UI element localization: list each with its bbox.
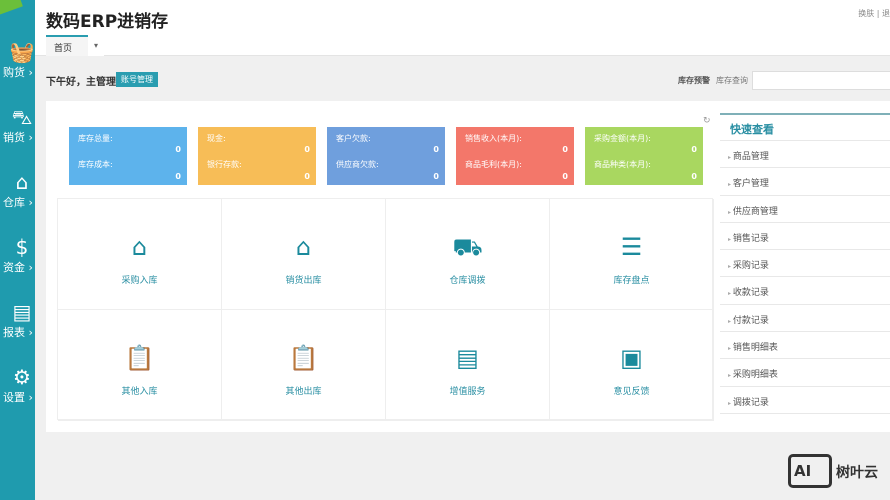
service-box-icon: ▤ [456,344,479,372]
action-label: 增值服务 [449,387,486,397]
clipboard-in-icon: 📋 [124,344,155,372]
action-tile[interactable]: ⌂ 销货出库 [222,199,386,310]
sidebar-item-label: 报表 › [3,326,33,339]
sidebar-item[interactable]: ⌂ 仓库 › [0,170,35,210]
stat-label: 商品种类(本月): [594,160,651,169]
stat-label: 供应商欠款: [336,160,379,169]
watermark: AI 树叶云 [786,452,890,490]
action-label: 意见反馈 [613,387,650,397]
stat-label: 现金: [207,134,226,143]
sidebar: 🧺 购货 › ⛍ 销货 › ⌂ 仓库 › $ 资金 › ▤ 报表 › ⚙ 设置 › [0,0,35,500]
purchase-in-icon: ⌂ [131,233,148,261]
warehouse-icon: ⌂ [15,170,29,194]
stat-value: 0 [691,172,697,181]
action-tile[interactable]: ☰ 库存盘点 [550,199,714,310]
greeting: 下午好，主管理 [46,77,116,88]
cart-icon: ⛍ [11,105,33,129]
report-icon: ▤ [12,300,32,324]
quick-view-panel: 快速查看 商品管理客户管理供应商管理销售记录采购记录收款记录付款记录销售明细表采… [720,113,890,414]
action-tile[interactable]: ⌂ 采购入库 [58,199,222,310]
action-tile[interactable]: 📋 其他入库 [58,310,222,421]
stat-value: 0 [691,145,697,154]
action-grid: ⌂ 采购入库 ⌂ 销货出库 ⛟ 仓库调拨 ☰ 库存盘点 📋 其他入库 📋 其他出库 ▤ 增值服务 ▣ 意见反馈 [57,198,714,421]
stat-label: 库存总量: [78,134,113,143]
sidebar-item[interactable]: ⚙ 设置 › [0,365,35,405]
header: 数码ERP进销存 换肤 | 退 首页 ▾ [35,0,890,56]
stat-value: 0 [304,172,310,181]
action-label: 其他出库 [285,387,322,397]
stat-label: 商品毛利(本月): [465,160,522,169]
inventory-check-icon: ☰ [620,233,643,261]
sales-out-icon: ⌂ [295,233,312,261]
action-label: 销货出库 [285,276,322,286]
stock-warning-link[interactable]: 库存预警 [678,75,710,86]
action-tile[interactable]: ▣ 意见反馈 [550,310,714,421]
quick-view-item[interactable]: 采购记录 [720,250,890,278]
stat-value: 0 [433,172,439,181]
clipboard-out-icon: 📋 [288,344,319,372]
stock-query-label: 库存查询 [716,76,748,85]
sidebar-item-label: 销货 › [3,131,33,144]
stat-value: 0 [562,172,568,181]
sidebar-item-label: 购货 › [3,66,33,79]
app-title: 数码ERP进销存 [46,12,169,32]
quick-view-item[interactable]: 销售明细表 [720,332,890,360]
refresh-icon[interactable]: ↻ [703,116,711,126]
sidebar-item[interactable]: ⛍ 销货 › [0,105,35,145]
stat-label: 销售收入(本月): [465,134,522,143]
sidebar-item-label: 设置 › [3,391,33,404]
quick-view-item[interactable]: 调拨记录 [720,387,890,414]
stat-card: 采购金额(本月): 0 商品种类(本月): 0 [585,127,703,185]
quick-view-item[interactable]: 付款记录 [720,305,890,333]
tab-dropdown-button[interactable]: ▾ [88,36,104,56]
stat-card: 客户欠款: 0 供应商欠款: 0 [327,127,445,185]
action-label: 其他入库 [121,387,158,397]
dollar-icon: $ [15,235,29,259]
stat-value: 0 [304,145,310,154]
action-tile[interactable]: 📋 其他出库 [222,310,386,421]
basket-icon: 🧺 [9,40,35,64]
tab-home[interactable]: 首页 [46,35,88,56]
sidebar-item[interactable]: $ 资金 › [0,235,35,275]
feedback-monitor-icon: ▣ [620,344,643,372]
sidebar-item-label: 资金 › [3,261,33,274]
stat-card: 销售收入(本月): 0 商品毛利(本月): 0 [456,127,574,185]
stat-value: 0 [175,172,181,181]
stat-label: 银行存款: [207,160,242,169]
sidebar-item-label: 仓库 › [3,196,33,209]
stock-query-input[interactable] [752,71,890,90]
quick-view-title: 快速查看 [720,115,890,141]
action-label: 采购入库 [121,276,158,286]
stat-label: 客户欠款: [336,134,371,143]
action-tile[interactable]: ▤ 增值服务 [386,310,550,421]
quick-view-item[interactable]: 收款记录 [720,277,890,305]
truck-icon: ⛟ [452,233,483,261]
sidebar-item[interactable]: 🧺 购货 › [0,40,35,80]
stat-value: 0 [433,145,439,154]
gear-icon: ⚙ [13,365,31,389]
chevron-down-icon: ▾ [93,41,98,50]
quick-view-item[interactable]: 商品管理 [720,141,890,169]
stat-label: 库存成本: [78,160,113,169]
logo-corner [0,0,23,17]
watermark-text: 树叶云 [836,465,878,481]
stat-card: 现金: 0 银行存款: 0 [198,127,316,185]
sidebar-item[interactable]: ▤ 报表 › [0,300,35,340]
action-label: 库存盘点 [613,276,650,286]
stat-label: 采购金额(本月): [594,134,651,143]
quick-view-item[interactable]: 客户管理 [720,168,890,196]
stat-card: 库存总量: 0 库存成本: 0 [69,127,187,185]
quick-view-item[interactable]: 采购明细表 [720,359,890,387]
action-tile[interactable]: ⛟ 仓库调拨 [386,199,550,310]
account-manage-button[interactable]: 账号管理 [116,72,158,87]
top-links[interactable]: 换肤 | 退 [858,8,890,19]
stat-value: 0 [562,145,568,154]
stat-value: 0 [175,145,181,154]
watermark-logo: AI [788,454,832,488]
quick-view-item[interactable]: 销售记录 [720,223,890,251]
action-label: 仓库调拨 [449,276,486,286]
quick-view-item[interactable]: 供应商管理 [720,196,890,223]
